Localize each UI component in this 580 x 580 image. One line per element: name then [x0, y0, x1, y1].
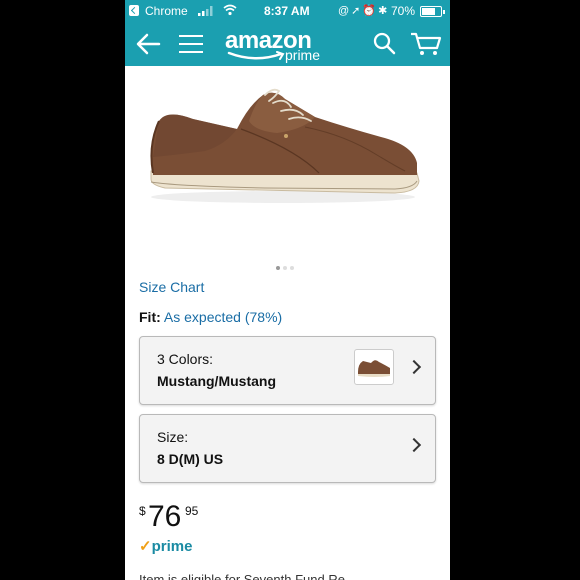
- fit-label: Fit:: [139, 309, 161, 325]
- clock: 8:37 AM: [264, 4, 310, 18]
- battery-percent: 70%: [391, 4, 416, 18]
- shoe-thumbnail-icon: [358, 360, 390, 377]
- size-selector-value: 8 D(M) US: [157, 451, 224, 467]
- carrier-label: Chrome: [145, 4, 188, 18]
- size-selector[interactable]: Size: 8 D(M) US: [139, 414, 436, 483]
- size-selector-label: Size:: [157, 429, 189, 445]
- fit-row: Fit: As expected (78%): [139, 309, 282, 325]
- menu-icon[interactable]: [177, 32, 205, 56]
- status-icons: @➚⏰✱: [338, 4, 389, 17]
- status-bar: Chrome 8:37 AM @➚⏰✱ 70%: [125, 0, 450, 22]
- check-icon: ✓: [139, 538, 152, 555]
- gallery-dot-active[interactable]: [276, 266, 280, 270]
- prime-label: prime: [151, 538, 193, 555]
- bluetooth-icon: ✱: [378, 5, 390, 17]
- fit-value-link[interactable]: As expected (78%): [164, 309, 282, 325]
- price-currency: $: [139, 504, 146, 518]
- signal-icon: [198, 6, 213, 16]
- logo-prime: prime: [285, 47, 321, 63]
- back-to-app-icon[interactable]: [129, 5, 139, 16]
- search-icon[interactable]: [372, 31, 396, 55]
- chevron-right-icon: [406, 437, 422, 453]
- eligibility-text: Item is eligible for Seventh Fund Re...: [139, 572, 356, 580]
- color-selector[interactable]: 3 Colors: Mustang/Mustang: [139, 336, 436, 405]
- color-selector-value: Mustang/Mustang: [157, 373, 276, 389]
- lock-rotation-icon: @: [338, 5, 352, 17]
- alarm-icon: ⏰: [362, 5, 379, 17]
- cart-icon[interactable]: [410, 31, 442, 57]
- amazon-prime-logo[interactable]: amazon prime: [225, 27, 329, 63]
- back-arrow-icon[interactable]: [135, 32, 161, 56]
- gallery-dots[interactable]: [276, 257, 297, 275]
- price-cents: 95: [185, 504, 199, 518]
- price-dollars: 76: [148, 500, 182, 533]
- color-selector-label: 3 Colors:: [157, 351, 214, 367]
- color-thumbnail: [354, 349, 394, 385]
- size-chart-link[interactable]: Size Chart: [139, 279, 204, 295]
- shoe-image[interactable]: [145, 85, 425, 210]
- phone-screen: Chrome 8:37 AM @➚⏰✱ 70% amazon prime Siz…: [125, 0, 450, 580]
- battery-icon: [420, 6, 445, 17]
- gallery-dot[interactable]: [290, 266, 294, 270]
- battery-fill: [422, 8, 435, 15]
- wifi-icon: [223, 4, 237, 16]
- logo-smile-icon: [227, 51, 285, 60]
- location-icon: ➚: [351, 5, 363, 17]
- prime-badge: ✓prime: [139, 537, 192, 555]
- nav-bar: amazon prime: [125, 22, 450, 66]
- chevron-right-icon: [406, 359, 422, 375]
- gallery-dot[interactable]: [283, 266, 287, 270]
